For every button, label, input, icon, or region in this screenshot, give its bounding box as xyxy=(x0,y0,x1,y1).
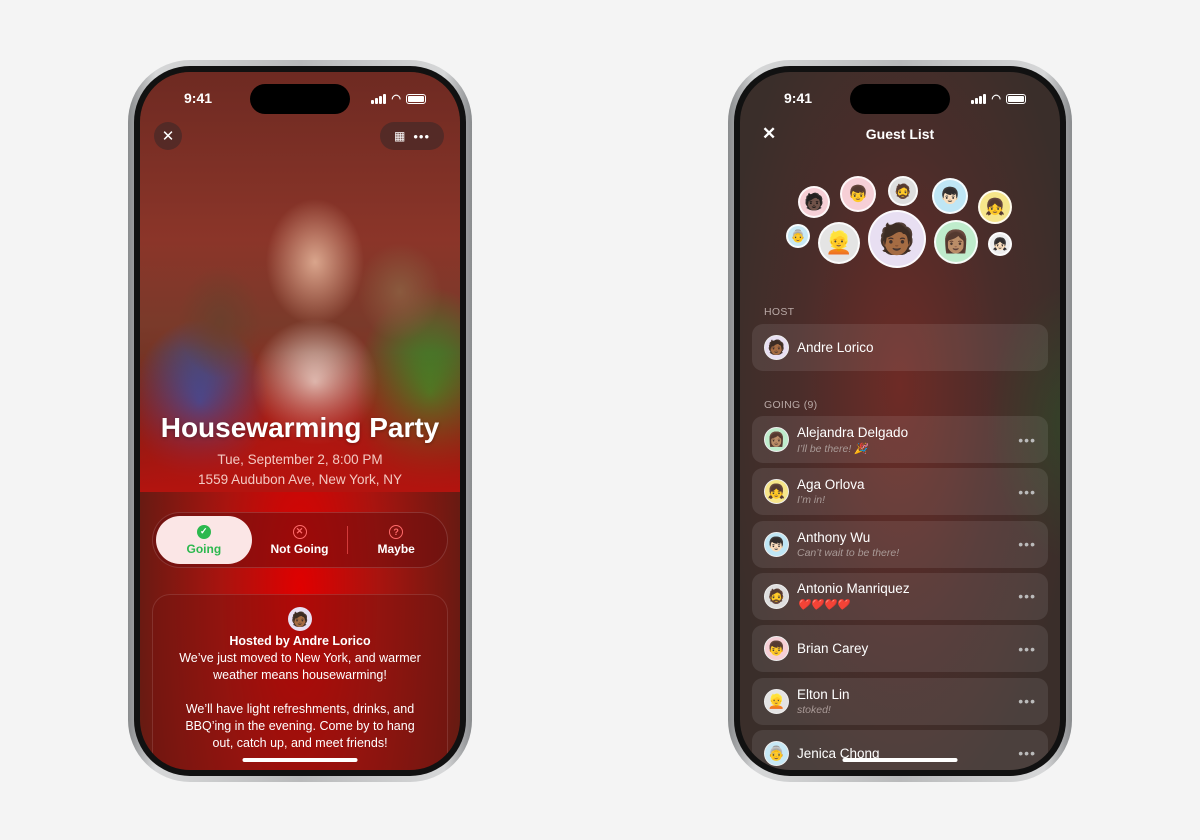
avatar[interactable]: 🧑🏾 xyxy=(868,210,926,268)
question-circle-icon: ? xyxy=(389,524,404,539)
rsvp-maybe-button[interactable]: ? Maybe xyxy=(348,516,444,564)
status-time: 9:41 xyxy=(784,90,813,106)
more-icon[interactable]: ••• xyxy=(1018,745,1036,761)
avatar[interactable]: 👦🏻 xyxy=(932,178,968,214)
guest-name: Aga Orlova xyxy=(797,477,865,493)
wifi-icon: ◠ xyxy=(391,93,401,105)
guest-name: Elton Lin xyxy=(797,686,850,702)
page-title: Guest List xyxy=(865,126,935,142)
guest-row[interactable]: 👦🏻 Anthony Wu Can’t wait to be there! ••• xyxy=(752,520,1048,568)
guest-message: stoked! xyxy=(797,703,831,716)
host-line: Hosted by Andre Lorico xyxy=(229,634,371,648)
avatar: 👵 xyxy=(764,740,789,766)
event-datetime: Tue, September 2, 8:00 PM xyxy=(217,452,383,467)
rsvp-label: Not Going xyxy=(270,541,329,556)
avatar: 👧 xyxy=(764,479,789,505)
battery-icon xyxy=(1006,93,1026,104)
guest-name: Andre Lorico xyxy=(797,340,874,355)
guest-message: Can’t wait to be there! xyxy=(797,546,900,559)
section-header-going: GOING (9) xyxy=(764,399,818,411)
more-icon[interactable]: ••• xyxy=(1018,484,1036,500)
guest-name: Anthony Wu xyxy=(797,529,871,545)
event-screen: 9:41 ◠ ✕ ▦ ••• Housewarming Party Tue, Se… xyxy=(140,72,460,770)
event-address[interactable]: 1559 Audubon Ave, New York, NY xyxy=(140,472,460,487)
avatar[interactable]: 🧔 xyxy=(888,176,918,206)
guest-row[interactable]: 👩🏽 Alejandra Delgado I’ll be there! 🎉 ••• xyxy=(752,416,1048,463)
signal-icon xyxy=(971,93,987,104)
rsvp-not-going-button[interactable]: ✕ Not Going xyxy=(252,516,348,564)
guest-row[interactable]: 👵 Jenica Chong ••• xyxy=(752,729,1048,770)
guest-row[interactable]: 👱 Elton Lin stoked! ••• xyxy=(752,677,1048,725)
avatar: 🧑🏾 xyxy=(764,335,789,360)
home-indicator[interactable] xyxy=(242,758,358,762)
guest-text: Alejandra Delgado I’ll be there! 🎉 xyxy=(797,425,908,455)
checkmark-circle-icon: ✓ xyxy=(196,524,211,539)
avatar[interactable]: 👱 xyxy=(818,222,860,264)
phone-event: 9:41 ◠ ✕ ▦ ••• Housewarming Party Tue, Se… xyxy=(128,60,472,782)
guest-message: I’ll be there! 🎉 xyxy=(797,442,868,455)
x-circle-icon: ✕ xyxy=(292,524,307,539)
description-paragraph: We’ve just moved to New York, and warmer… xyxy=(179,651,421,682)
guest-text: Brian Carey xyxy=(797,641,868,656)
description-paragraph: We’ll have light refreshments, drinks, a… xyxy=(185,702,415,750)
signal-icon xyxy=(371,93,387,104)
toolbar-actions: ▦ ••• xyxy=(380,122,444,150)
guest-message: I’m in! xyxy=(797,494,826,507)
host-row[interactable]: 🧑🏾 Andre Lorico xyxy=(752,324,1048,371)
guest-name: Alejandra Delgado xyxy=(797,424,909,440)
guest-text: Aga Orlova I’m in! xyxy=(797,477,865,506)
status-bar: 9:41 ◠ xyxy=(740,90,1060,110)
avatar[interactable]: 👧🏻 xyxy=(988,232,1012,256)
close-icon: ✕ xyxy=(161,128,175,145)
wifi-icon: ◠ xyxy=(991,93,1001,105)
home-indicator[interactable] xyxy=(842,758,958,762)
guest-name: Brian Carey xyxy=(797,641,869,657)
more-icon[interactable]: ••• xyxy=(413,129,430,144)
guest-message: ❤️❤️❤️❤️ xyxy=(797,599,850,612)
avatar: 🧔 xyxy=(764,583,789,609)
battery-icon xyxy=(406,93,426,104)
event-title: Housewarming Party xyxy=(160,412,440,443)
more-icon[interactable]: ••• xyxy=(1018,432,1036,448)
status-bar: 9:41 ◠ xyxy=(140,90,460,110)
status-time: 9:41 xyxy=(184,90,213,106)
more-icon[interactable]: ••• xyxy=(1018,588,1036,604)
rsvp-going-button[interactable]: ✓ Going xyxy=(156,516,252,564)
section-header-host: HOST xyxy=(764,306,795,318)
avatar[interactable]: 👧 xyxy=(978,190,1012,224)
avatar[interactable]: 👦 xyxy=(840,176,876,212)
avatar: 👦🏻 xyxy=(764,531,789,557)
phone-guest-list: 9:41 ◠ ✕ Guest List 🧑🏿 👦 🧔 👦🏻 👧 👵 👱 🧑🏾 👩… xyxy=(728,60,1072,782)
avatar: 👩🏽 xyxy=(764,427,789,452)
rsvp-label: Going xyxy=(186,541,222,556)
more-icon[interactable]: ••• xyxy=(1018,693,1036,709)
guest-row[interactable]: 👧 Aga Orlova I’m in! ••• xyxy=(752,468,1048,516)
more-icon[interactable]: ••• xyxy=(1018,536,1036,552)
avatar[interactable]: 👩🏽 xyxy=(934,220,978,264)
guest-list-screen: 9:41 ◠ ✕ Guest List 🧑🏿 👦 🧔 👦🏻 👧 👵 👱 🧑🏾 👩… xyxy=(740,72,1060,770)
nav-bar: ✕ Guest List xyxy=(740,124,1060,144)
guest-row[interactable]: 👦 Brian Carey ••• xyxy=(752,625,1048,673)
avatar[interactable]: 👵 xyxy=(786,224,810,248)
add-to-calendar-icon[interactable]: ▦ xyxy=(394,129,405,143)
guest-name: Antonio Manriquez xyxy=(797,581,910,597)
more-icon[interactable]: ••• xyxy=(1018,641,1036,657)
avatar: 👦 xyxy=(764,636,789,662)
rsvp-label: Maybe xyxy=(377,541,415,556)
avatar: 👱 xyxy=(764,688,789,714)
guest-row[interactable]: 🧔 Antonio Manriquez ❤️❤️❤️❤️ ••• xyxy=(752,572,1048,620)
avatar[interactable]: 🧑🏿 xyxy=(798,186,830,218)
rsvp-segmented-control: ✓ Going ✕ Not Going ? Maybe xyxy=(152,512,448,568)
event-description-card: 🧑🏾 Hosted by Andre Lorico We’ve just mov… xyxy=(152,594,448,770)
close-button[interactable]: ✕ xyxy=(762,124,776,144)
guest-text: Elton Lin stoked! xyxy=(797,687,850,716)
guest-text: Anthony Wu Can’t wait to be there! xyxy=(797,530,899,559)
host-avatar: 🧑🏾 xyxy=(288,607,312,631)
guest-text: Antonio Manriquez ❤️❤️❤️❤️ xyxy=(797,581,910,611)
close-button[interactable]: ✕ xyxy=(154,122,182,150)
